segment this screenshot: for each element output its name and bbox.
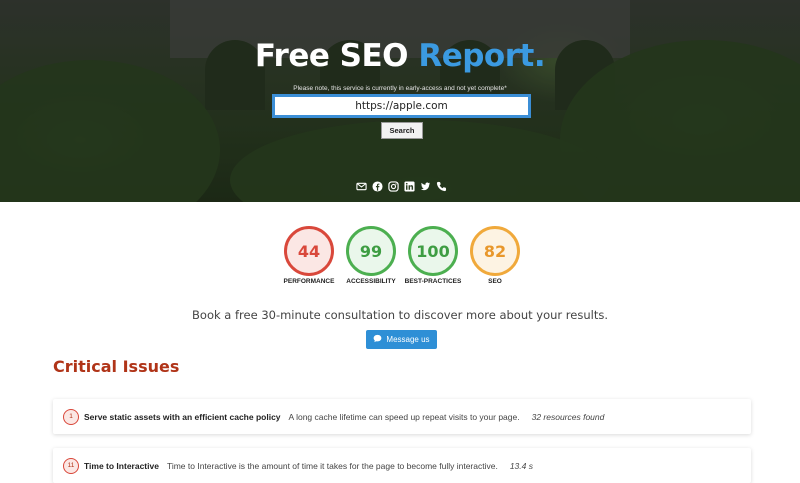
gauge-value: 100 — [408, 226, 458, 276]
issue-description: A long cache lifetime can speed up repea… — [288, 411, 520, 422]
issue-metric: 32 resources found — [531, 411, 605, 422]
search-button[interactable]: Search — [381, 122, 423, 139]
title-main: Free SEO — [254, 38, 419, 74]
gauge-value: 44 — [284, 226, 334, 276]
issue-title: Time to Interactive — [84, 460, 159, 471]
instagram-icon[interactable] — [388, 181, 399, 192]
issue-number-badge: 1 — [63, 408, 79, 425]
linkedin-icon[interactable] — [404, 181, 415, 192]
issue-description: Time to Interactive is the amount of tim… — [166, 460, 498, 471]
gauge-value: 82 — [470, 226, 520, 276]
message-us-button[interactable]: Message us — [366, 330, 437, 349]
twitter-icon[interactable] — [420, 181, 431, 192]
issue-row[interactable]: 1 Serve static assets with an efficient … — [53, 399, 751, 434]
facebook-icon[interactable] — [372, 181, 383, 192]
issue-title: Serve static assets with an efficient ca… — [84, 411, 281, 422]
gauge-value: 99 — [346, 226, 396, 276]
gauge-label: SEO — [488, 278, 502, 285]
issue-row[interactable]: 11 Time to Interactive Time to Interacti… — [53, 448, 751, 483]
phone-icon[interactable] — [436, 181, 447, 192]
seo-gauge: 82 SEO — [470, 226, 520, 285]
message-us-label: Message us — [386, 335, 430, 344]
issue-metric: 13.4 s — [509, 460, 533, 471]
consultation-text: Book a free 30-minute consultation to di… — [192, 308, 608, 322]
best-practices-gauge: 100 BEST-PRACTICES — [405, 226, 461, 285]
hero-banner: Free SEO Report. Please note, this servi… — [0, 0, 800, 202]
mail-icon[interactable] — [356, 181, 367, 192]
url-input[interactable] — [272, 94, 531, 118]
social-links — [356, 181, 447, 192]
title-accent: Report. — [418, 38, 546, 74]
page-title: Free SEO Report. — [0, 38, 800, 74]
performance-gauge: 44 PERFORMANCE — [284, 226, 334, 285]
issue-number-badge: 11 — [63, 457, 79, 474]
chat-bubble-icon — [373, 334, 382, 345]
accessibility-gauge: 99 ACCESSIBILITY — [346, 226, 396, 285]
early-access-note: Please note, this service is currently i… — [293, 85, 507, 92]
critical-issues-title: Critical Issues — [53, 357, 180, 376]
